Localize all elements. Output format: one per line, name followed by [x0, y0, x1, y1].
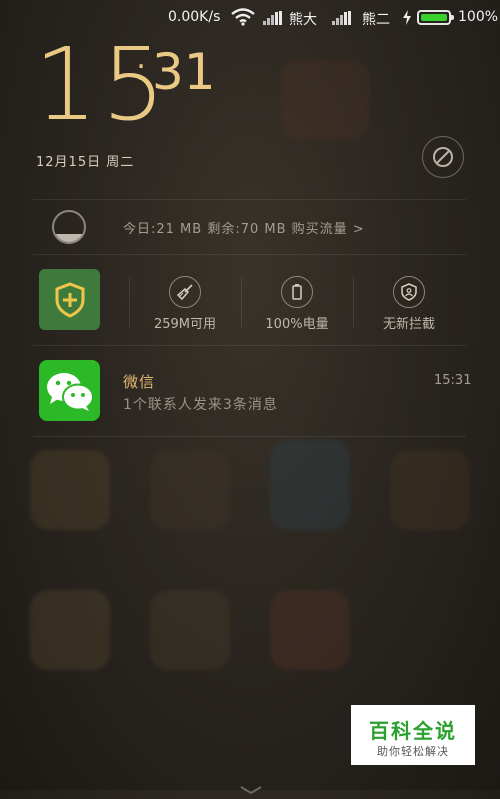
notification-app-name: 微信 [123, 373, 156, 391]
watermark-title: 百科全说 [369, 719, 457, 743]
notification-message: 1个联系人发来3条消息 [123, 397, 278, 413]
divider [33, 345, 466, 346]
toggle-battery-label: 100%电量 [265, 317, 329, 332]
shield-plus-icon [55, 282, 85, 318]
battery-icon [281, 276, 313, 308]
data-usage-text[interactable]: 今日:21 MB 剩余:70 MB 购买流量 > [123, 218, 365, 237]
clock-colon: : [136, 53, 147, 88]
charging-icon [403, 10, 411, 29]
carrier-1: 熊大 [289, 12, 317, 28]
toggle-cleaner-label: 259M可用 [153, 317, 217, 332]
notification-time: 15:31 [434, 373, 472, 388]
divider [241, 277, 242, 327]
divider [33, 199, 466, 200]
signal-icon [263, 11, 283, 25]
signal-icon [332, 11, 352, 25]
wechat-icon [39, 360, 100, 421]
toggle-block-label: 无新拦截 [382, 317, 435, 332]
divider [33, 254, 466, 255]
clock-minute: 31 [152, 43, 216, 101]
divider [129, 277, 130, 327]
watermark-subtitle: 助你轻松解决 [377, 745, 449, 758]
carrier-2: 熊二 [362, 12, 390, 28]
date-label: 12月15日 周二 [36, 155, 135, 170]
watermark-logo: 百科全说 助你轻松解决 [351, 705, 475, 765]
block-icon [433, 147, 453, 167]
battery-icon [417, 10, 454, 25]
do-not-disturb-button[interactable] [422, 136, 464, 178]
data-usage-icon [52, 210, 86, 244]
clock-hour: 15 [34, 26, 170, 143]
divider [353, 277, 354, 327]
wifi-icon [231, 8, 255, 30]
battery-percent: 100% [458, 9, 499, 25]
shield-icon [393, 276, 425, 308]
broom-icon [169, 276, 201, 308]
security-center-button[interactable] [39, 269, 100, 330]
divider [33, 436, 466, 437]
network-speed: 0.00K/s [168, 9, 221, 25]
chevron-down-icon[interactable] [239, 780, 263, 795]
